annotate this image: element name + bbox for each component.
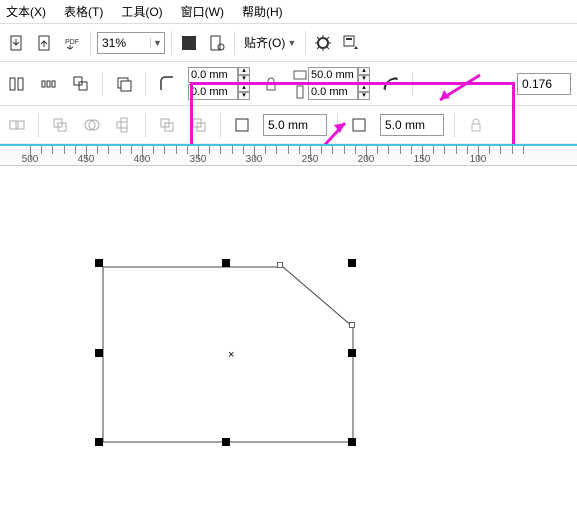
intersect-icon xyxy=(113,114,135,136)
menu-bar: 文本(X) 表格(T) 工具(O) 窗口(W) 帮助(H) xyxy=(0,0,577,24)
corner2-icon[interactable] xyxy=(348,114,370,136)
separator xyxy=(90,31,91,55)
lock-icon[interactable] xyxy=(260,73,282,95)
combine-icon xyxy=(6,114,28,136)
spinner[interactable]: ▴▾ xyxy=(238,67,250,83)
ruler-label: 250 xyxy=(302,154,319,165)
ruler-label: 350 xyxy=(190,154,207,165)
lock-ratio-icon xyxy=(465,114,487,136)
offset-y-input[interactable] xyxy=(188,84,238,100)
main-toolbar: PDF ▼ 贴齐(O) ▼ xyxy=(0,24,577,62)
ruler-label: 200 xyxy=(358,154,375,165)
corner1-icon[interactable] xyxy=(231,114,253,136)
menu-help[interactable]: 帮助(H) xyxy=(242,3,283,20)
handle-sw[interactable] xyxy=(95,438,103,446)
height-icon xyxy=(292,84,308,100)
separator xyxy=(454,113,455,137)
property-bar: ▴▾ ▴▾ ▴▾ ▴▾ xyxy=(0,62,577,106)
size-fields: ▴▾ ▴▾ xyxy=(292,67,370,100)
canvas-area[interactable]: × xyxy=(0,166,577,506)
corner-type-icon[interactable] xyxy=(156,73,178,95)
offset-fields: ▴▾ ▴▾ xyxy=(188,67,250,100)
node[interactable] xyxy=(349,322,355,328)
rounded-corner-icon[interactable] xyxy=(380,73,402,95)
menu-window[interactable]: 窗口(W) xyxy=(181,3,224,20)
separator xyxy=(38,113,39,137)
separator xyxy=(234,31,235,55)
separator xyxy=(305,31,306,55)
preview-icon[interactable] xyxy=(206,32,228,54)
handle-nw[interactable] xyxy=(95,259,103,267)
zoom-level[interactable]: ▼ xyxy=(97,32,165,54)
corner-toolbar xyxy=(0,106,577,144)
import-icon[interactable] xyxy=(6,32,28,54)
ruler-label: 400 xyxy=(134,154,151,165)
selected-shape[interactable]: × xyxy=(98,262,368,462)
handle-e[interactable] xyxy=(348,349,356,357)
front-icon xyxy=(156,114,178,136)
center-marker: × xyxy=(228,349,234,361)
order-icon[interactable] xyxy=(113,73,135,95)
weld-icon xyxy=(49,114,71,136)
offset-x-input[interactable] xyxy=(188,67,238,83)
separator xyxy=(412,72,413,96)
width-input[interactable] xyxy=(308,67,358,83)
fullscreen-icon[interactable] xyxy=(178,32,200,54)
trim-icon xyxy=(81,114,103,136)
ruler-label: 300 xyxy=(246,154,263,165)
separator xyxy=(171,31,172,55)
ruler-label: 100 xyxy=(470,154,487,165)
handle-s[interactable] xyxy=(222,438,230,446)
svg-text:PDF: PDF xyxy=(65,39,79,46)
zoom-dropdown-icon[interactable]: ▼ xyxy=(150,38,164,48)
horizontal-ruler: 500 450 400 350 300 250 200 150 100 xyxy=(0,144,577,166)
handle-se[interactable] xyxy=(348,438,356,446)
spinner[interactable]: ▴▾ xyxy=(238,84,250,100)
menu-text[interactable]: 文本(X) xyxy=(6,3,46,20)
spinner[interactable]: ▴▾ xyxy=(358,84,370,100)
corner-radius-2-input[interactable] xyxy=(380,114,444,136)
options-icon[interactable] xyxy=(312,32,334,54)
distribute-icon[interactable] xyxy=(38,73,60,95)
handle-n[interactable] xyxy=(222,259,230,267)
snap-label: 贴齐(O) xyxy=(244,34,285,51)
separator xyxy=(102,72,103,96)
back-icon xyxy=(188,114,210,136)
pdf-icon[interactable]: PDF xyxy=(62,32,84,54)
spinner[interactable]: ▴▾ xyxy=(358,67,370,83)
align-icon[interactable] xyxy=(6,73,28,95)
width-icon xyxy=(292,67,308,83)
corner-radius-1-input[interactable] xyxy=(263,114,327,136)
handle-w[interactable] xyxy=(95,349,103,357)
separator xyxy=(337,113,338,137)
menu-tools[interactable]: 工具(O) xyxy=(121,3,162,20)
zoom-input[interactable] xyxy=(98,34,150,52)
group-icon[interactable] xyxy=(70,73,92,95)
ruler-label: 150 xyxy=(414,154,431,165)
layout-dropdown-icon[interactable] xyxy=(340,32,362,54)
export-icon[interactable] xyxy=(34,32,56,54)
node[interactable] xyxy=(277,262,283,268)
handle-ne[interactable] xyxy=(348,259,356,267)
snap-dropdown[interactable]: 贴齐(O) ▼ xyxy=(241,33,299,52)
menu-table[interactable]: 表格(T) xyxy=(64,3,103,20)
outline-width-input[interactable] xyxy=(517,73,571,95)
ruler-label: 500 xyxy=(22,154,39,165)
chevron-down-icon: ▼ xyxy=(287,38,296,48)
height-input[interactable] xyxy=(308,84,358,100)
separator xyxy=(145,113,146,137)
separator xyxy=(145,72,146,96)
ruler-label: 450 xyxy=(78,154,95,165)
separator xyxy=(220,113,221,137)
